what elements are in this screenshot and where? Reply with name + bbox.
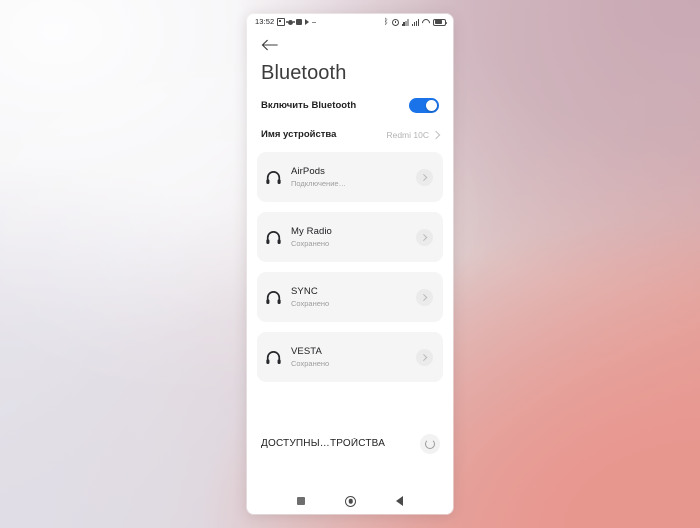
wifi-icon bbox=[422, 19, 430, 26]
device-name-value: Redmi 10C bbox=[386, 129, 429, 140]
signal-icon bbox=[411, 19, 419, 26]
device-status: Подключение… bbox=[291, 179, 347, 188]
list-item-text: AirPods Подключение… bbox=[291, 166, 407, 188]
signal-icon bbox=[401, 19, 409, 26]
list-item[interactable]: My Radio Сохранено bbox=[257, 212, 443, 262]
list-item-text: SYNC Сохранено bbox=[291, 286, 407, 308]
headphones-icon bbox=[266, 350, 281, 364]
chevron-right-icon bbox=[420, 293, 428, 301]
phone-device-frame: 13:52 ᛒ Bluetooth Включить Bluetooth Имя… bbox=[247, 14, 453, 514]
paired-devices-list: AirPods Подключение… My Radio Сохранено bbox=[247, 152, 453, 382]
status-bar-clock: 13:52 bbox=[255, 17, 275, 27]
bluetooth-toggle-switch[interactable] bbox=[409, 98, 439, 113]
list-item[interactable]: VESTA Сохранено bbox=[257, 332, 443, 382]
device-name-row[interactable]: Имя устройства Redmi 10C bbox=[247, 123, 453, 152]
headphones-icon bbox=[266, 230, 281, 244]
alarm-icon bbox=[391, 18, 399, 26]
device-status: Сохранено bbox=[291, 239, 330, 248]
device-settings-button[interactable] bbox=[416, 288, 433, 306]
chevron-right-icon bbox=[431, 130, 441, 139]
chevron-right-icon bbox=[420, 353, 428, 361]
recents-button[interactable] bbox=[297, 497, 305, 505]
device-title: My Radio bbox=[291, 226, 332, 237]
available-devices-header: ДОСТУПНЫ…ТРОЙСТВА bbox=[247, 382, 453, 488]
device-name-value-group: Redmi 10C bbox=[386, 129, 441, 140]
device-status: Сохранено bbox=[291, 299, 330, 308]
status-bar-left: 13:52 bbox=[255, 17, 317, 27]
app-icon bbox=[296, 19, 303, 25]
list-item[interactable]: SYNC Сохранено bbox=[257, 272, 443, 322]
home-button[interactable] bbox=[345, 495, 356, 507]
chevron-right-icon bbox=[420, 233, 428, 241]
status-bar: 13:52 ᛒ bbox=[247, 14, 453, 30]
available-devices-label: ДОСТУПНЫ…ТРОЙСТВА bbox=[261, 438, 386, 449]
enable-bluetooth-label: Включить Bluetooth bbox=[261, 100, 357, 111]
calendar-icon bbox=[277, 18, 286, 26]
back-button[interactable] bbox=[247, 30, 453, 54]
list-item-text: VESTA Сохранено bbox=[291, 346, 407, 368]
device-title: SYNC bbox=[291, 286, 318, 297]
bluetooth-icon: ᛒ bbox=[383, 17, 389, 26]
enable-bluetooth-row[interactable]: Включить Bluetooth bbox=[247, 84, 453, 123]
toggle-knob bbox=[425, 99, 438, 112]
list-item[interactable]: AirPods Подключение… bbox=[257, 152, 443, 202]
list-item-text: My Radio Сохранено bbox=[291, 226, 407, 248]
play-icon bbox=[305, 19, 310, 25]
android-navigation-bar bbox=[247, 488, 453, 514]
page-title: Bluetooth bbox=[261, 62, 347, 84]
chevron-right-icon bbox=[420, 173, 428, 181]
back-nav-button[interactable] bbox=[396, 496, 403, 506]
device-status: Сохранено bbox=[291, 359, 330, 368]
device-title: VESTA bbox=[291, 346, 322, 357]
arrow-left-icon bbox=[261, 39, 278, 51]
status-bar-right: ᛒ bbox=[383, 17, 447, 26]
device-settings-button[interactable] bbox=[416, 348, 433, 366]
headphones-icon bbox=[266, 290, 281, 304]
camera-icon bbox=[286, 19, 296, 25]
bluetooth-settings-screen: Bluetooth Включить Bluetooth Имя устройс… bbox=[247, 30, 453, 514]
refresh-scan-button[interactable] bbox=[420, 433, 440, 454]
device-settings-button[interactable] bbox=[416, 228, 433, 246]
headphones-icon bbox=[266, 170, 281, 184]
battery-icon bbox=[433, 18, 447, 26]
refresh-spinner-icon bbox=[425, 438, 435, 449]
device-title: AirPods bbox=[291, 166, 325, 177]
device-name-label: Имя устройства bbox=[261, 129, 337, 140]
device-settings-button[interactable] bbox=[416, 168, 433, 186]
dash-icon bbox=[312, 21, 317, 23]
